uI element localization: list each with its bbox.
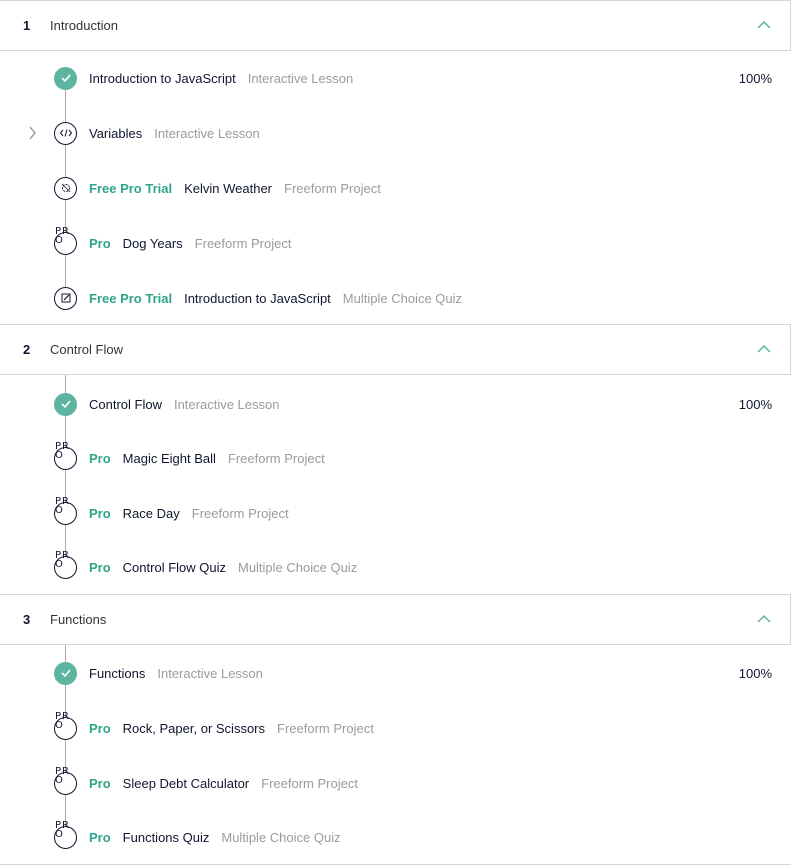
list-item[interactable]: Introduction to JavaScript Interactive Le… <box>0 51 791 105</box>
section-header[interactable]: 3 Functions <box>0 594 791 645</box>
item-kind: Interactive Lesson <box>157 665 263 681</box>
item-kind: Freeform Project <box>191 505 289 521</box>
chevron-up-icon[interactable] <box>756 613 772 625</box>
pro-glyph: PR O <box>55 440 70 461</box>
item-title: Variables <box>89 125 143 141</box>
item-title: Functions <box>89 665 146 681</box>
pro-badge: Pro <box>89 505 111 521</box>
pro-glyph: PR O <box>55 819 70 840</box>
chevron-up-icon[interactable] <box>756 343 772 355</box>
list-item[interactable]: Variables Interactive Lesson <box>0 106 791 160</box>
item-kind: Multiple Choice Quiz <box>237 559 358 575</box>
lesson-list: Introduction to JavaScript Interactive Le… <box>0 51 791 324</box>
item-kind: Freeform Project <box>284 180 381 196</box>
item-kind: Interactive Lesson <box>154 125 260 141</box>
section-title: Control Flow <box>50 342 123 357</box>
free-trial-badge: Free Pro Trial <box>89 180 173 196</box>
item-title: Control Flow <box>89 396 162 412</box>
pro-glyph: PR O <box>55 549 70 570</box>
list-item[interactable]: Control Flow Interactive Lesson 100% <box>0 377 791 431</box>
item-kind: Multiple Choice Quiz <box>221 829 341 845</box>
pro-badge: Pro <box>89 235 111 251</box>
list-item[interactable]: PR O Pro Magic Eight Ball Freeform Project <box>0 431 791 485</box>
list-item[interactable]: Free Pro Trial Kelvin Weather Freeform Pro… <box>0 161 791 215</box>
pro-icon: PR O <box>54 820 77 849</box>
section-title: Functions <box>50 612 107 627</box>
item-kind: Interactive Lesson <box>247 70 354 86</box>
section-number: 1 <box>23 18 31 33</box>
progress-percent: 100% <box>738 665 772 681</box>
progress-percent: 100% <box>738 70 772 86</box>
quiz-icon <box>54 286 77 310</box>
item-kind: Freeform Project <box>194 235 292 251</box>
item-title: Rock, Paper, or Scissors <box>122 720 265 736</box>
pro-icon: PR O <box>54 766 77 795</box>
list-item[interactable]: PR O Pro Dog Years Freeform Project <box>0 216 791 270</box>
chevron-up-icon[interactable] <box>756 19 772 31</box>
puzzle-icon <box>54 176 77 200</box>
item-title: Control Flow Quiz <box>122 559 226 575</box>
check-icon <box>54 66 77 90</box>
pro-glyph: PR O <box>55 225 70 246</box>
pro-badge: Pro <box>89 720 111 736</box>
lesson-list: Functions Interactive Lesson 100% PR O Pr… <box>0 645 791 865</box>
item-kind: Freeform Project <box>227 450 325 466</box>
chevron-right-icon[interactable] <box>28 125 37 141</box>
item-kind: Multiple Choice Quiz <box>342 290 463 306</box>
pro-glyph: PR O <box>55 495 70 516</box>
section-header[interactable]: 1 Introduction <box>0 0 791 51</box>
item-kind: Interactive Lesson <box>173 396 280 412</box>
section-number: 2 <box>23 342 31 357</box>
free-trial-badge: Free Pro Trial <box>89 290 173 306</box>
item-title: Magic Eight Ball <box>122 450 216 466</box>
list-item[interactable]: PR O Pro Functions Quiz Multiple Choice Qu… <box>0 810 791 864</box>
syllabus: 1 Introduction Introduction to JavaScrip… <box>0 0 792 866</box>
progress-percent: 100% <box>738 396 772 412</box>
check-icon <box>54 392 77 416</box>
item-title: Kelvin Weather <box>184 180 273 196</box>
list-item[interactable]: PR O Pro Rock, Paper, or Scissors Freeform… <box>0 701 791 755</box>
list-item[interactable]: PR O Pro Race Day Freeform Project <box>0 486 791 540</box>
pro-badge: Pro <box>89 775 111 791</box>
pro-glyph: PR O <box>55 710 70 731</box>
section-title: Introduction <box>50 18 118 33</box>
item-title: Functions Quiz <box>122 829 210 845</box>
pro-badge: Pro <box>89 829 111 845</box>
lesson-list: Control Flow Interactive Lesson 100% PR O… <box>0 375 791 595</box>
item-title: Dog Years <box>122 235 183 251</box>
item-kind: Freeform Project <box>277 720 374 736</box>
list-item[interactable]: PR O Pro Control Flow Quiz Multiple Choice… <box>0 540 791 594</box>
pro-icon: PR O <box>54 226 77 255</box>
item-title: Introduction to JavaScript <box>89 70 236 86</box>
section-bottom-border <box>0 864 791 865</box>
pro-icon: PR O <box>54 441 77 470</box>
pro-icon: PR O <box>54 496 77 525</box>
item-kind: Freeform Project <box>261 775 358 791</box>
list-item[interactable]: Functions Interactive Lesson 100% <box>0 646 791 700</box>
pro-icon: PR O <box>54 711 77 740</box>
pro-badge: Pro <box>89 559 111 575</box>
item-title: Introduction to JavaScript <box>184 290 331 306</box>
pro-icon: PR O <box>54 550 77 579</box>
item-title: Sleep Debt Calculator <box>122 775 250 791</box>
list-item[interactable]: PR O Pro Sleep Debt Calculator Freeform Pr… <box>0 756 791 810</box>
pro-glyph: PR O <box>55 765 70 786</box>
list-item[interactable]: Free Pro Trial Introduction to JavaScript… <box>0 271 791 325</box>
item-title: Race Day <box>122 505 180 521</box>
section-number: 3 <box>23 612 31 627</box>
code-icon <box>54 121 77 145</box>
section-header[interactable]: 2 Control Flow <box>0 324 791 375</box>
pro-badge: Pro <box>89 450 111 466</box>
check-icon <box>54 661 77 685</box>
